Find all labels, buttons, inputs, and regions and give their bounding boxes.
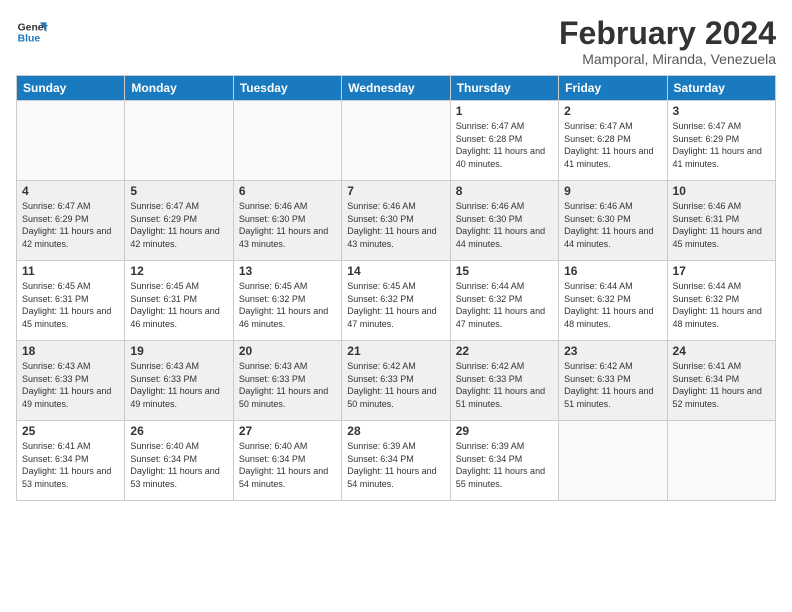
table-cell: 21Sunrise: 6:42 AM Sunset: 6:33 PM Dayli…: [342, 341, 450, 421]
col-saturday: Saturday: [667, 76, 775, 101]
table-cell: 11Sunrise: 6:45 AM Sunset: 6:31 PM Dayli…: [17, 261, 125, 341]
calendar-subtitle: Mamporal, Miranda, Venezuela: [559, 51, 776, 67]
col-wednesday: Wednesday: [342, 76, 450, 101]
table-cell: 15Sunrise: 6:44 AM Sunset: 6:32 PM Dayli…: [450, 261, 558, 341]
table-cell: 4Sunrise: 6:47 AM Sunset: 6:29 PM Daylig…: [17, 181, 125, 261]
calendar-table: Sunday Monday Tuesday Wednesday Thursday…: [16, 75, 776, 501]
table-cell: 18Sunrise: 6:43 AM Sunset: 6:33 PM Dayli…: [17, 341, 125, 421]
calendar-title: February 2024: [559, 16, 776, 51]
col-friday: Friday: [559, 76, 667, 101]
table-cell: 20Sunrise: 6:43 AM Sunset: 6:33 PM Dayli…: [233, 341, 341, 421]
table-cell: 24Sunrise: 6:41 AM Sunset: 6:34 PM Dayli…: [667, 341, 775, 421]
table-cell: 12Sunrise: 6:45 AM Sunset: 6:31 PM Dayli…: [125, 261, 233, 341]
title-block: February 2024 Mamporal, Miranda, Venezue…: [559, 16, 776, 67]
table-cell: 8Sunrise: 6:46 AM Sunset: 6:30 PM Daylig…: [450, 181, 558, 261]
table-cell: [559, 421, 667, 501]
page: General Blue February 2024 Mamporal, Mir…: [0, 0, 792, 612]
table-cell: 14Sunrise: 6:45 AM Sunset: 6:32 PM Dayli…: [342, 261, 450, 341]
header: General Blue February 2024 Mamporal, Mir…: [16, 16, 776, 67]
table-cell: 3Sunrise: 6:47 AM Sunset: 6:29 PM Daylig…: [667, 101, 775, 181]
table-cell: 6Sunrise: 6:46 AM Sunset: 6:30 PM Daylig…: [233, 181, 341, 261]
table-cell: 17Sunrise: 6:44 AM Sunset: 6:32 PM Dayli…: [667, 261, 775, 341]
table-cell: 25Sunrise: 6:41 AM Sunset: 6:34 PM Dayli…: [17, 421, 125, 501]
table-cell: [667, 421, 775, 501]
col-monday: Monday: [125, 76, 233, 101]
table-cell: 13Sunrise: 6:45 AM Sunset: 6:32 PM Dayli…: [233, 261, 341, 341]
table-cell: 2Sunrise: 6:47 AM Sunset: 6:28 PM Daylig…: [559, 101, 667, 181]
table-cell: 28Sunrise: 6:39 AM Sunset: 6:34 PM Dayli…: [342, 421, 450, 501]
table-cell: 29Sunrise: 6:39 AM Sunset: 6:34 PM Dayli…: [450, 421, 558, 501]
table-cell: 16Sunrise: 6:44 AM Sunset: 6:32 PM Dayli…: [559, 261, 667, 341]
calendar-header-row: Sunday Monday Tuesday Wednesday Thursday…: [17, 76, 776, 101]
table-cell: [342, 101, 450, 181]
table-cell: 22Sunrise: 6:42 AM Sunset: 6:33 PM Dayli…: [450, 341, 558, 421]
table-cell: 1Sunrise: 6:47 AM Sunset: 6:28 PM Daylig…: [450, 101, 558, 181]
table-cell: 19Sunrise: 6:43 AM Sunset: 6:33 PM Dayli…: [125, 341, 233, 421]
table-cell: 27Sunrise: 6:40 AM Sunset: 6:34 PM Dayli…: [233, 421, 341, 501]
table-cell: 10Sunrise: 6:46 AM Sunset: 6:31 PM Dayli…: [667, 181, 775, 261]
table-cell: 9Sunrise: 6:46 AM Sunset: 6:30 PM Daylig…: [559, 181, 667, 261]
table-cell: [17, 101, 125, 181]
table-cell: 5Sunrise: 6:47 AM Sunset: 6:29 PM Daylig…: [125, 181, 233, 261]
col-thursday: Thursday: [450, 76, 558, 101]
logo-icon: General Blue: [16, 16, 48, 48]
logo: General Blue: [16, 16, 48, 48]
col-sunday: Sunday: [17, 76, 125, 101]
table-cell: [233, 101, 341, 181]
table-cell: 26Sunrise: 6:40 AM Sunset: 6:34 PM Dayli…: [125, 421, 233, 501]
table-cell: 23Sunrise: 6:42 AM Sunset: 6:33 PM Dayli…: [559, 341, 667, 421]
table-cell: 7Sunrise: 6:46 AM Sunset: 6:30 PM Daylig…: [342, 181, 450, 261]
svg-text:Blue: Blue: [18, 34, 41, 45]
col-tuesday: Tuesday: [233, 76, 341, 101]
table-cell: [125, 101, 233, 181]
